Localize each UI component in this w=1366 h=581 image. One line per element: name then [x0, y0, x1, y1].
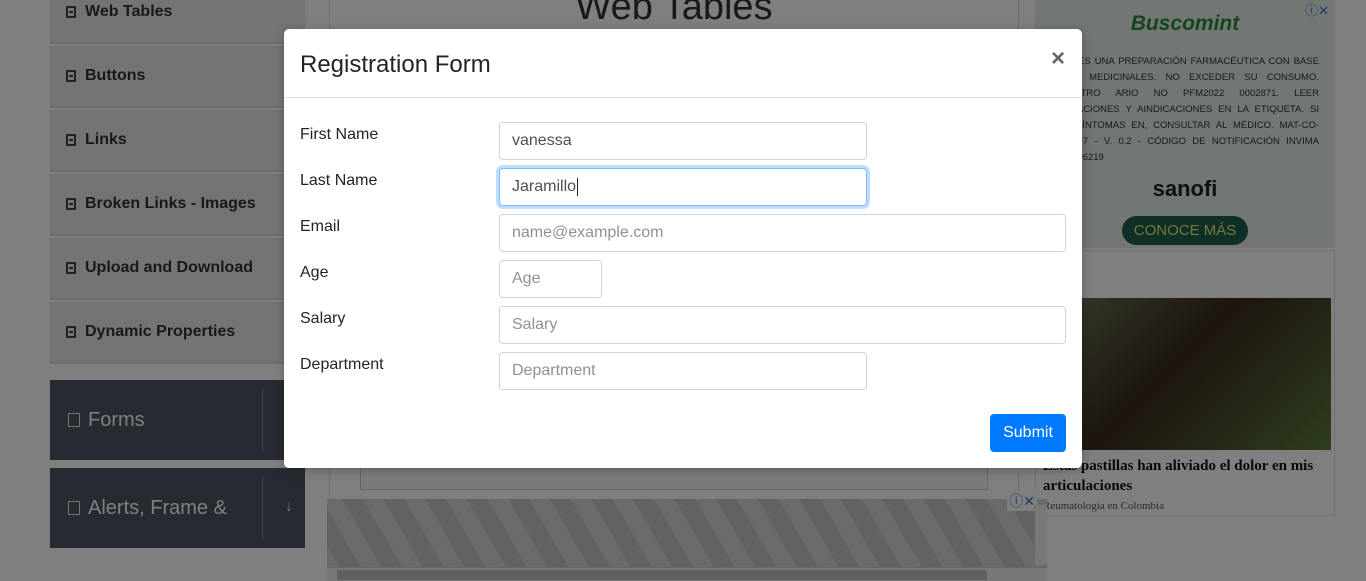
salary-placeholder: Salary [512, 316, 558, 333]
modal-header: Registration Form × [284, 29, 1082, 98]
registration-modal: Registration Form × First Name vanessa L… [284, 29, 1082, 468]
text-cursor [577, 178, 579, 196]
email-input[interactable]: name@example.com [499, 214, 1066, 252]
department-placeholder: Department [512, 362, 596, 379]
first-name-input[interactable]: vanessa [499, 122, 867, 160]
salary-label: Salary [300, 310, 346, 327]
close-button[interactable]: × [1051, 47, 1065, 71]
email-placeholder: name@example.com [512, 224, 664, 241]
last-name-label: Last Name [300, 172, 378, 189]
first-name-label: First Name [300, 126, 379, 143]
last-name-value: Jaramillo [512, 178, 577, 195]
age-label: Age [300, 264, 329, 281]
department-label: Department [300, 356, 384, 373]
first-name-value: vanessa [512, 132, 572, 149]
age-placeholder: Age [512, 270, 541, 287]
modal-title: Registration Form [300, 51, 491, 78]
last-name-input[interactable]: Jaramillo [499, 168, 867, 206]
email-label: Email [300, 218, 341, 235]
salary-input[interactable]: Salary [499, 306, 1066, 344]
age-input[interactable]: Age [499, 260, 602, 298]
department-input[interactable]: Department [499, 352, 867, 390]
submit-button[interactable]: Submit [990, 414, 1066, 452]
